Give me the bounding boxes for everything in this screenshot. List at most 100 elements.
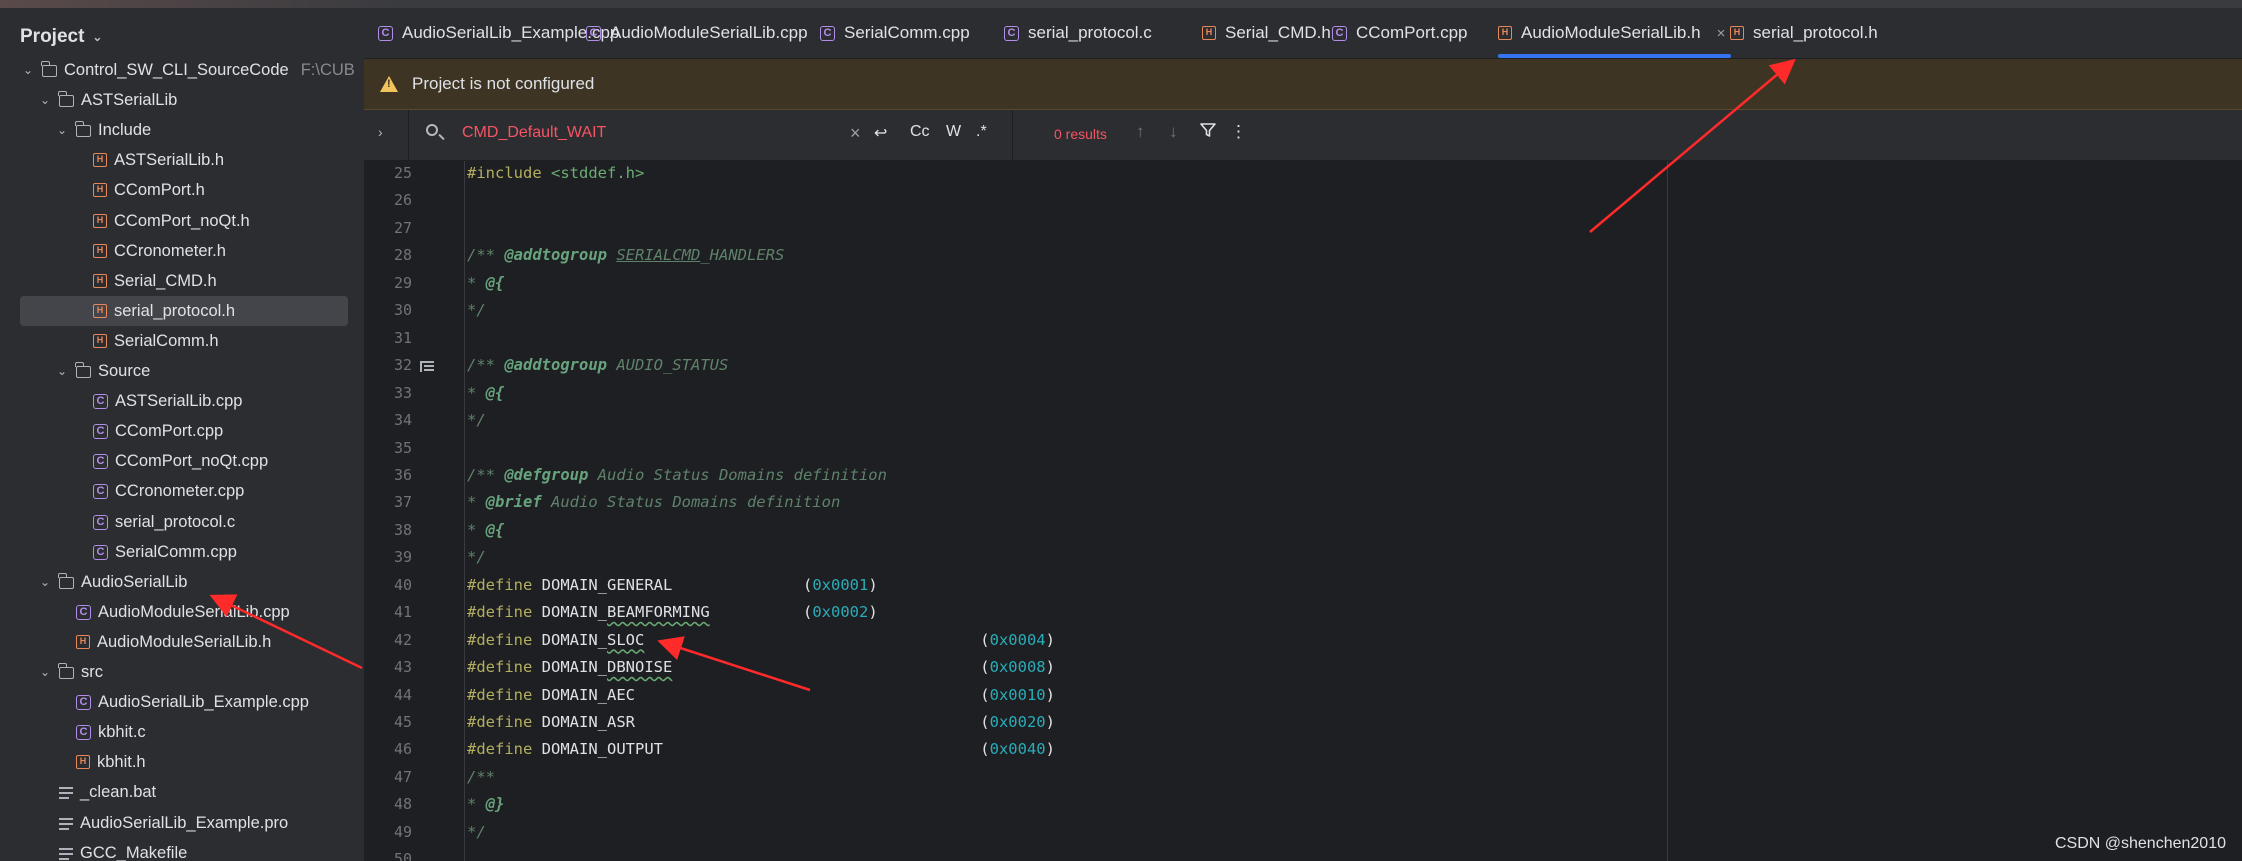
code-line[interactable]: 44 #define DOMAIN_AEC (0x0010) xyxy=(364,683,2242,710)
tree-file[interactable]: AudioSerialLib_Example.pro xyxy=(0,808,364,838)
code-line[interactable]: 48 * @} xyxy=(364,792,2242,819)
line-number[interactable]: 42 xyxy=(364,631,412,649)
tab-audiomoduleseriallib-cpp[interactable]: C AudioModuleSerialLib.cpp xyxy=(586,8,808,58)
line-number[interactable]: 38 xyxy=(364,521,412,539)
line-number[interactable]: 46 xyxy=(364,740,412,758)
expand-replace-chevron-icon[interactable]: › xyxy=(378,124,383,140)
code-line[interactable]: 47 /** xyxy=(364,765,2242,792)
line-number[interactable]: 49 xyxy=(364,823,412,841)
chevron-down-icon[interactable]: ⌄ xyxy=(37,93,53,107)
line-number[interactable]: 41 xyxy=(364,603,412,621)
tree-file[interactable]: Ckbhit.c xyxy=(0,717,364,747)
tree-folder[interactable]: ⌄ ASTSerialLib xyxy=(0,85,364,115)
structure-icon[interactable] xyxy=(420,361,434,373)
tree-file[interactable]: GCC_Makefile xyxy=(0,838,364,861)
chevron-down-icon[interactable]: ⌄ xyxy=(54,123,70,137)
tree-file[interactable]: C CComPort.cpp xyxy=(0,416,364,446)
line-number[interactable]: 26 xyxy=(364,191,412,209)
close-tab-icon[interactable]: × xyxy=(1717,25,1726,42)
code-line[interactable]: 39 */ xyxy=(364,545,2242,572)
tab-ccomport-cpp[interactable]: C CComPort.cpp xyxy=(1332,8,1467,58)
clear-search-icon[interactable]: × xyxy=(850,123,861,144)
tree-file[interactable]: C ASTSerialLib.cpp xyxy=(0,386,364,416)
line-number[interactable]: 31 xyxy=(364,329,412,347)
line-number[interactable]: 28 xyxy=(364,246,412,264)
tree-folder[interactable]: ⌄ Source xyxy=(0,356,364,386)
tree-file[interactable]: H CComPort.h xyxy=(0,175,364,205)
line-number[interactable]: 27 xyxy=(364,219,412,237)
code-line[interactable]: 43 #define DOMAIN_DBNOISE (0x0008) xyxy=(364,655,2242,682)
line-number[interactable]: 30 xyxy=(364,301,412,319)
tree-file[interactable]: H CCronometer.h xyxy=(0,236,364,266)
regex-toggle[interactable]: .* xyxy=(976,123,987,141)
tree-file[interactable]: Hkbhit.h xyxy=(0,747,364,777)
code-line[interactable]: 26 xyxy=(364,188,2242,215)
tab-serialcomm-cpp[interactable]: C SerialComm.cpp xyxy=(820,8,970,58)
line-number[interactable]: 33 xyxy=(364,384,412,402)
new-line-toggle-icon[interactable]: ↩ xyxy=(874,123,887,143)
chevron-down-icon[interactable]: ⌄ xyxy=(54,364,70,378)
tab-serial-cmd-h[interactable]: H Serial_CMD.h xyxy=(1202,8,1331,58)
project-header[interactable]: Project ⌄ xyxy=(20,26,102,48)
line-number[interactable]: 48 xyxy=(364,795,412,813)
line-number[interactable]: 35 xyxy=(364,439,412,457)
chevron-down-icon[interactable]: ⌄ xyxy=(92,30,102,44)
match-case-toggle[interactable]: Cc xyxy=(910,123,930,141)
code-editor[interactable]: 25 #include <stddef.h> 26 27 28 /** @addtogro… xyxy=(364,161,2242,861)
chevron-down-icon[interactable]: ⌄ xyxy=(37,575,53,589)
tab-audioseriallib-example-cpp[interactable]: C AudioSerialLib_Example.cpp xyxy=(378,8,619,58)
code-line[interactable]: 28 /** @addtogroup SERIALCMD_HANDLERS xyxy=(364,243,2242,270)
code-line[interactable]: 37 * @brief Audio Status Domains definiti… xyxy=(364,490,2242,517)
tab-serial-protocol-c[interactable]: Cserial_protocol.c xyxy=(1004,8,1152,58)
line-number[interactable]: 50 xyxy=(364,850,412,861)
whole-words-toggle[interactable]: W xyxy=(946,123,961,141)
code-line[interactable]: 29 * @{ xyxy=(364,271,2242,298)
tree-folder[interactable]: ⌄ Include xyxy=(0,115,364,145)
chevron-down-icon[interactable]: ⌄ xyxy=(20,63,36,77)
search-icon[interactable] xyxy=(426,124,438,136)
tree-file[interactable]: H AudioModuleSerialLib.h xyxy=(0,627,364,657)
code-line[interactable]: 50 xyxy=(364,847,2242,861)
tree-file[interactable]: Hserial_protocol.h xyxy=(0,296,364,326)
code-line[interactable]: 33 * @{ xyxy=(364,381,2242,408)
tree-file[interactable]: Cserial_protocol.c xyxy=(0,507,364,537)
tab-serial-protocol-h[interactable]: Hserial_protocol.h xyxy=(1730,8,1878,58)
tree-file[interactable]: C AudioSerialLib_Example.cpp xyxy=(0,687,364,717)
tree-folder[interactable]: ⌄ Control_SW_CLI_SourceCode F:\CUB xyxy=(0,55,364,85)
line-number[interactable]: 25 xyxy=(364,164,412,182)
code-line[interactable]: 32 /** @addtogroup AUDIO_STATUS xyxy=(364,353,2242,380)
code-line[interactable]: 35 xyxy=(364,436,2242,463)
tree-file[interactable]: C CCronometer.cpp xyxy=(0,476,364,506)
code-line[interactable]: 25 #include <stddef.h> xyxy=(364,161,2242,188)
code-line[interactable]: 30 */ xyxy=(364,298,2242,325)
search-input[interactable]: CMD_Default_WAIT xyxy=(462,124,606,142)
tree-file[interactable]: C CComPort_noQt.cpp xyxy=(0,446,364,476)
code-line[interactable]: 42 #define DOMAIN_SLOC (0x0004) xyxy=(364,628,2242,655)
line-number[interactable]: 45 xyxy=(364,713,412,731)
line-number[interactable]: 44 xyxy=(364,686,412,704)
line-number[interactable]: 40 xyxy=(364,576,412,594)
code-line[interactable]: 36 /** @defgroup Audio Status Domains def… xyxy=(364,463,2242,490)
tab-audiomoduleseriallib-h[interactable]: H AudioModuleSerialLib.h × xyxy=(1498,8,1732,58)
line-number[interactable]: 29 xyxy=(364,274,412,292)
tree-folder[interactable]: ⌄ AudioSerialLib xyxy=(0,567,364,597)
code-line[interactable]: 34 */ xyxy=(364,408,2242,435)
tree-folder[interactable]: ⌄ src xyxy=(0,657,364,687)
line-number[interactable]: 39 xyxy=(364,548,412,566)
chevron-down-icon[interactable]: ⌄ xyxy=(37,665,53,679)
filter-icon[interactable] xyxy=(1200,122,1216,143)
line-number[interactable]: 43 xyxy=(364,658,412,676)
code-line[interactable]: 27 xyxy=(364,216,2242,243)
next-occurrence-icon[interactable]: ↓ xyxy=(1169,122,1178,142)
tree-file[interactable]: C AudioModuleSerialLib.cpp xyxy=(0,597,364,627)
tree-file[interactable]: C SerialComm.cpp xyxy=(0,537,364,567)
more-options-icon[interactable]: ⋮ xyxy=(1230,122,1247,142)
line-number[interactable]: 36 xyxy=(364,466,412,484)
tree-file[interactable]: H SerialComm.h xyxy=(0,326,364,356)
code-line[interactable]: 31 xyxy=(364,326,2242,353)
tree-file[interactable]: H Serial_CMD.h xyxy=(0,266,364,296)
code-line[interactable]: 46 #define DOMAIN_OUTPUT (0x0040) xyxy=(364,737,2242,764)
line-number[interactable]: 34 xyxy=(364,411,412,429)
tree-file[interactable]: H ASTSerialLib.h xyxy=(0,145,364,175)
line-number[interactable]: 47 xyxy=(364,768,412,786)
